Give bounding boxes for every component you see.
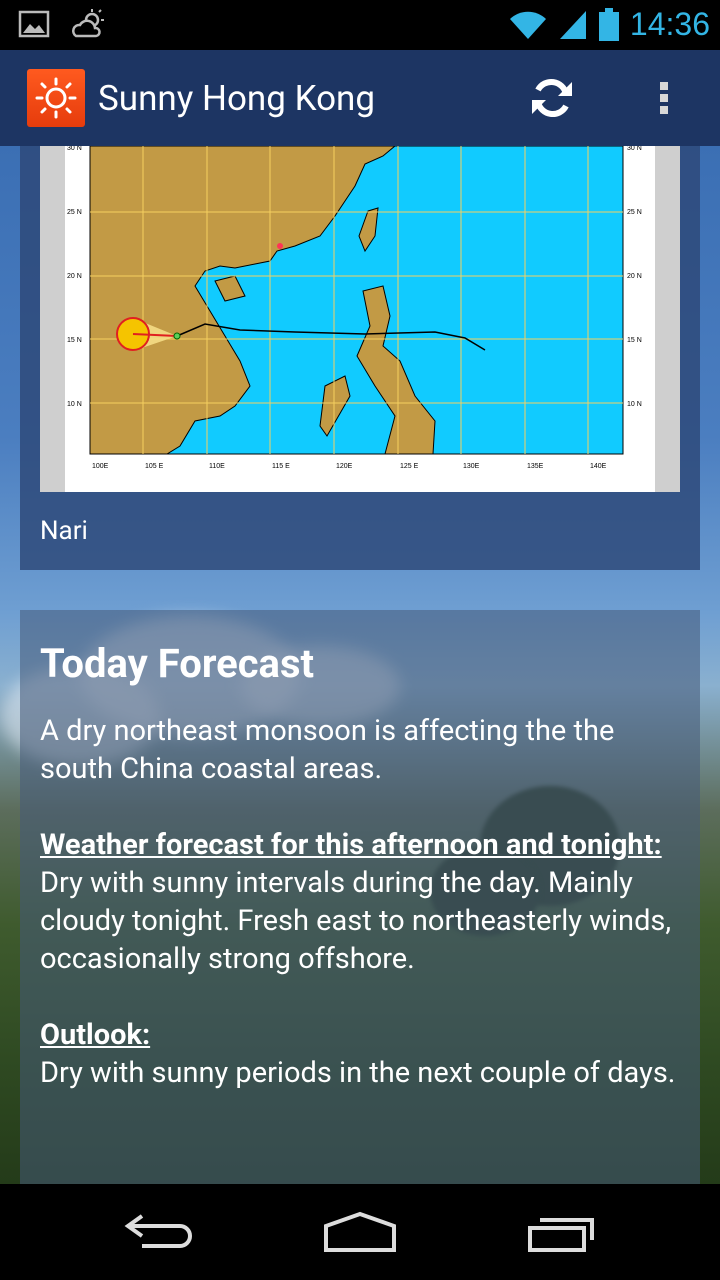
map-lat-label: 10 N [67, 401, 82, 408]
map-lon-label: 105 E [145, 463, 164, 470]
sun-icon[interactable] [27, 69, 85, 127]
forecast-card: Today Forecast A dry northeast monsoon i… [20, 610, 700, 1184]
map-lat-label: 15 N [627, 337, 642, 344]
typhoon-name: Nari [40, 516, 88, 546]
map-lat-label: 25 N [67, 209, 82, 216]
map-lat-label: 10 N [627, 401, 642, 408]
map-lon-label: 115 E [272, 463, 290, 470]
status-right-icons: 14:36 [508, 6, 710, 43]
forecast-title: Today Forecast [40, 640, 315, 687]
outlook-section: Outlook: Dry with sunny periods in the n… [40, 1016, 685, 1092]
home-icon[interactable] [322, 1210, 398, 1258]
refresh-icon[interactable] [528, 74, 576, 122]
wifi-icon [509, 11, 546, 39]
map-lat-label: 30 N [67, 146, 82, 152]
outlook-heading: Outlook: [40, 1018, 151, 1052]
map-lon-label: 125 E [400, 463, 419, 470]
map-lat-label: 30 N [627, 146, 642, 152]
recent-apps-icon[interactable] [526, 1210, 598, 1258]
map-lon-label: 140E [590, 463, 607, 470]
weather-icon [72, 9, 104, 38]
status-left-icons [18, 8, 108, 40]
content-scroll[interactable]: 30 N 30 N 25 N 25 N 20 N 20 N 15 N 15 N 10 N 10 N… [0, 146, 720, 1184]
map-lat-label: 20 N [67, 273, 82, 280]
clock: 14:36 [629, 6, 710, 42]
map-lon-label: 100E [92, 463, 109, 470]
map-lon-label: 120E [336, 463, 353, 470]
map-lon-label: 130E [463, 463, 480, 470]
status-bar: 14:36 [0, 0, 720, 50]
typhoon-track-map[interactable]: 30 N 30 N 25 N 25 N 20 N 20 N 15 N 15 N 10 N 10 N… [40, 146, 680, 492]
map-lat-label: 25 N [627, 209, 642, 216]
map-lon-label: 135E [527, 463, 544, 470]
app-title: Sunny Hong Kong [98, 78, 376, 119]
action-bar: Sunny Hong Kong [0, 50, 720, 146]
forecast-body: A dry northeast monsoon is affecting the… [40, 712, 685, 1130]
signal-icon [559, 10, 586, 39]
navigation-bar [0, 1184, 720, 1280]
typhoon-card[interactable]: 30 N 30 N 25 N 25 N 20 N 20 N 15 N 15 N 10 N 10 N… [20, 146, 700, 570]
image-icon [18, 10, 50, 38]
afternoon-text: Dry with sunny intervals during the day.… [40, 866, 672, 976]
back-icon[interactable] [124, 1210, 196, 1254]
forecast-summary: A dry northeast monsoon is affecting the… [40, 714, 615, 786]
overflow-menu-icon[interactable] [652, 78, 676, 122]
afternoon-section: Weather forecast for this afternoon and … [40, 826, 685, 978]
battery-icon [598, 7, 619, 41]
map-lat-label: 20 N [627, 273, 642, 280]
map-lat-label: 15 N [67, 337, 82, 344]
afternoon-heading: Weather forecast for this afternoon and … [40, 828, 662, 862]
map-lon-label: 110E [209, 463, 225, 470]
outlook-text: Dry with sunny periods in the next coupl… [40, 1056, 676, 1090]
